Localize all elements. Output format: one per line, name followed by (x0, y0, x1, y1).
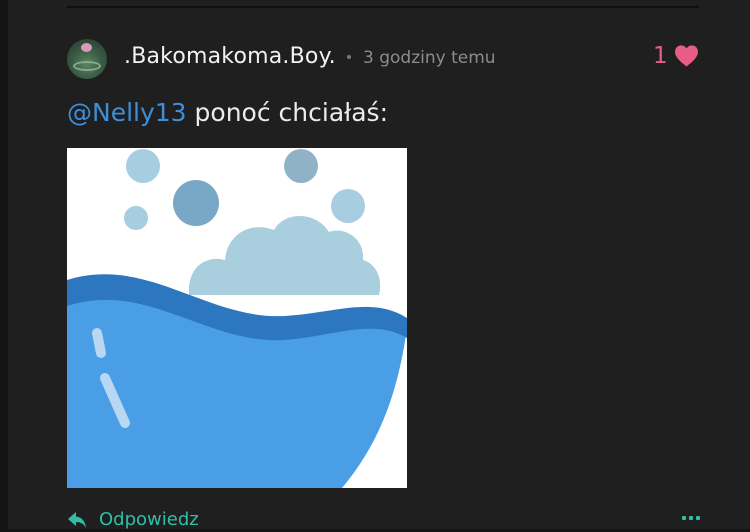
timestamp[interactable]: 3 godziny temu (363, 46, 496, 70)
avatar[interactable] (67, 39, 107, 79)
mention-link[interactable]: @Nelly13 (67, 98, 187, 127)
like-count[interactable]: 1 (653, 40, 668, 72)
author-name[interactable]: .Bakomakoma.Boy. (124, 42, 336, 72)
reply-button[interactable]: Odpowiedz (67, 508, 199, 532)
more-options-icon[interactable] (682, 516, 700, 524)
reply-arrow-icon (68, 512, 86, 528)
separator-dot (347, 55, 351, 59)
divider (67, 6, 699, 8)
reply-label: Odpowiedz (99, 509, 199, 530)
attached-image[interactable] (67, 148, 407, 488)
bathtub-image (67, 149, 407, 488)
comment-body: ponoć chciałaś: (186, 98, 389, 127)
heart-icon[interactable] (674, 44, 699, 67)
comment-text: @Nelly13 ponoć chciałaś: (67, 95, 388, 131)
